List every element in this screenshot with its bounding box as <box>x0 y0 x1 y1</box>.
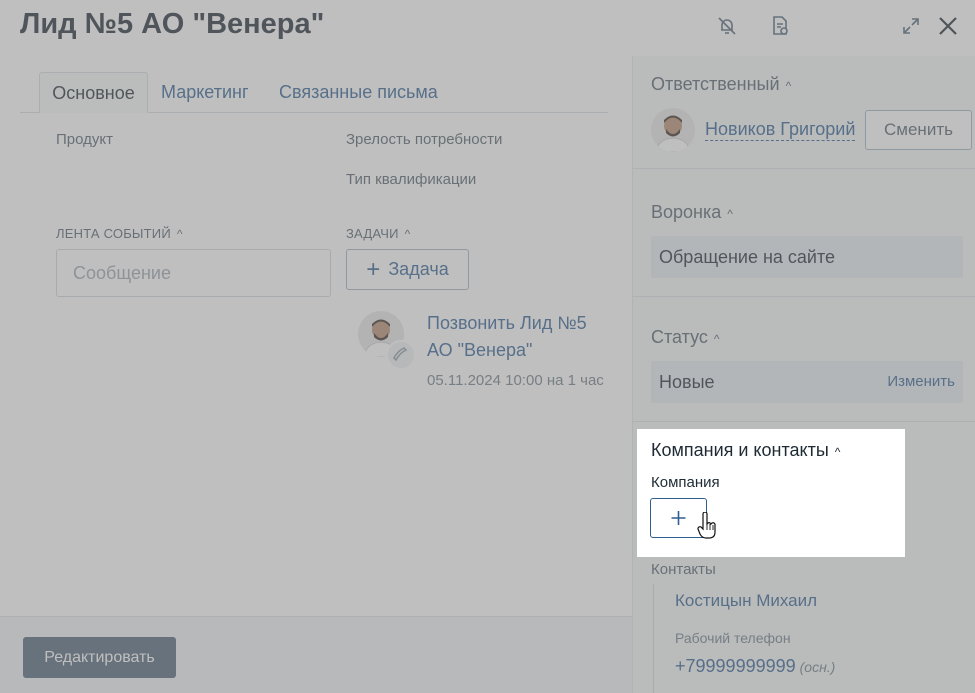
hand-cursor-icon <box>697 511 717 540</box>
company-contacts-highlight: Компания и контакты ^ Компания <box>637 429 905 557</box>
chevron-up-icon: ^ <box>834 445 841 459</box>
lead-card: Лид №5 АО "Венера" Основное Маркетинг Св… <box>0 0 975 693</box>
company-label: Компания <box>651 474 720 491</box>
company-contacts-section-label[interactable]: Компания и контакты ^ <box>651 440 840 461</box>
company-contacts-label: Компания и контакты <box>651 440 829 460</box>
dim-overlay <box>0 0 975 693</box>
